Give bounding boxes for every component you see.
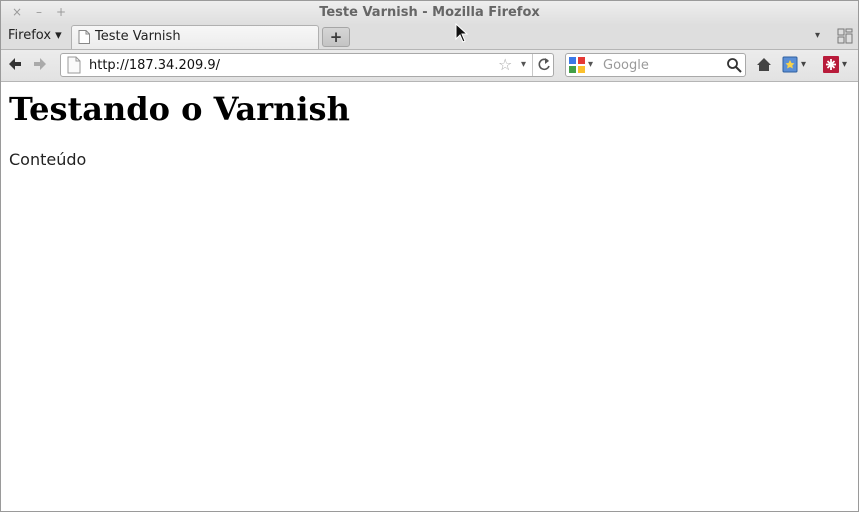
url-bar[interactable]: ☆ ▾ [60, 53, 554, 77]
search-icon[interactable] [726, 57, 742, 73]
browser-window: × – + Teste Varnish - Mozilla Firefox Fi… [0, 0, 859, 512]
tab-teste-varnish[interactable]: Teste Varnish [71, 25, 319, 49]
tab-bar: Firefox ▾ Teste Varnish + ▾ [1, 25, 858, 50]
page-icon [78, 30, 90, 44]
addon-icon[interactable] [823, 56, 839, 73]
google-icon[interactable] [569, 57, 585, 73]
search-input[interactable] [603, 56, 721, 74]
firefox-menu-button[interactable]: Firefox ▾ [8, 28, 62, 43]
bookmarks-dropdown[interactable]: ▾ [801, 59, 806, 70]
tab-label: Teste Varnish [95, 29, 181, 44]
forward-arrow-icon[interactable] [33, 57, 47, 71]
search-engine-dropdown[interactable]: ▾ [588, 59, 593, 70]
page-paragraph: Conteúdo [9, 150, 87, 169]
page-heading: Testando o Varnish [9, 90, 350, 128]
new-tab-button[interactable]: + [322, 27, 350, 47]
reload-icon[interactable] [532, 54, 555, 76]
window-title: Teste Varnish - Mozilla Firefox [319, 5, 540, 20]
back-arrow-icon[interactable] [8, 57, 22, 71]
url-history-dropdown[interactable]: ▾ [521, 59, 526, 70]
addon-dropdown[interactable]: ▾ [842, 59, 847, 70]
home-icon[interactable] [756, 57, 772, 73]
url-input[interactable] [89, 56, 489, 74]
tab-groups-icon[interactable] [837, 28, 853, 44]
title-bar[interactable]: × – + Teste Varnish - Mozilla Firefox [1, 1, 858, 25]
bookmarks-icon[interactable] [782, 56, 798, 73]
site-identity-icon[interactable] [65, 56, 83, 74]
tab-list-button[interactable]: ▾ [815, 30, 820, 41]
search-bar[interactable]: ▾ [565, 53, 746, 77]
bookmark-star-icon[interactable]: ☆ [498, 55, 512, 75]
mouse-cursor-icon [455, 23, 469, 43]
page-content: Testando o Varnish Conteúdo [1, 82, 858, 511]
navigation-toolbar: ☆ ▾ ▾ [1, 50, 858, 82]
